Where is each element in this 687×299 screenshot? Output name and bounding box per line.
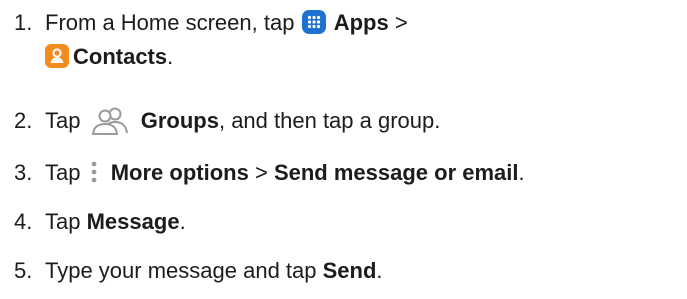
step-1: 1. From a Home screen, tap Apps > Contact…: [14, 6, 408, 74]
separator: >: [394, 10, 408, 35]
groups-label: Groups: [140, 108, 219, 133]
step-text-end: , and then tap a group.: [218, 108, 441, 133]
step-text-end: .: [376, 258, 383, 283]
step-number: 2.: [14, 108, 33, 133]
step-3: 3. Tap More options > Send message or ema…: [14, 156, 525, 190]
send-label: Send: [322, 258, 377, 283]
contacts-label: Contacts: [73, 44, 168, 69]
step-2: 2. Tap Groups, and then tap a group.: [14, 104, 440, 138]
step-text: Tap: [45, 108, 81, 133]
step-text: From a Home screen, tap: [45, 10, 295, 35]
step-number: 5.: [14, 258, 33, 283]
apps-label: Apps: [333, 10, 389, 35]
more-options-icon: [87, 158, 101, 186]
step-text: Tap: [45, 209, 81, 234]
send-message-or-email-label: Send message or email: [273, 160, 519, 185]
step-text: Tap: [45, 160, 81, 185]
contacts-icon: [45, 44, 69, 68]
more-options-label: More options: [110, 160, 249, 185]
step-number: 1.: [14, 10, 33, 35]
step-text: Type your message and tap: [45, 258, 317, 283]
step-4: 4. Tap Message.: [14, 205, 186, 239]
step-number: 4.: [14, 209, 33, 234]
apps-icon: [301, 10, 326, 34]
separator: >: [254, 160, 268, 185]
step-number: 3.: [14, 160, 33, 185]
instruction-steps: 1. From a Home screen, tap Apps > Contact…: [0, 0, 687, 299]
step-text-end: .: [167, 44, 174, 69]
step-text-end: .: [179, 209, 186, 234]
message-label: Message: [86, 209, 180, 234]
step-1-line-2: Contacts.: [14, 40, 408, 74]
step-5: 5. Type your message and tap Send.: [14, 254, 383, 288]
groups-icon: [89, 105, 131, 135]
step-text-end: .: [518, 160, 525, 185]
